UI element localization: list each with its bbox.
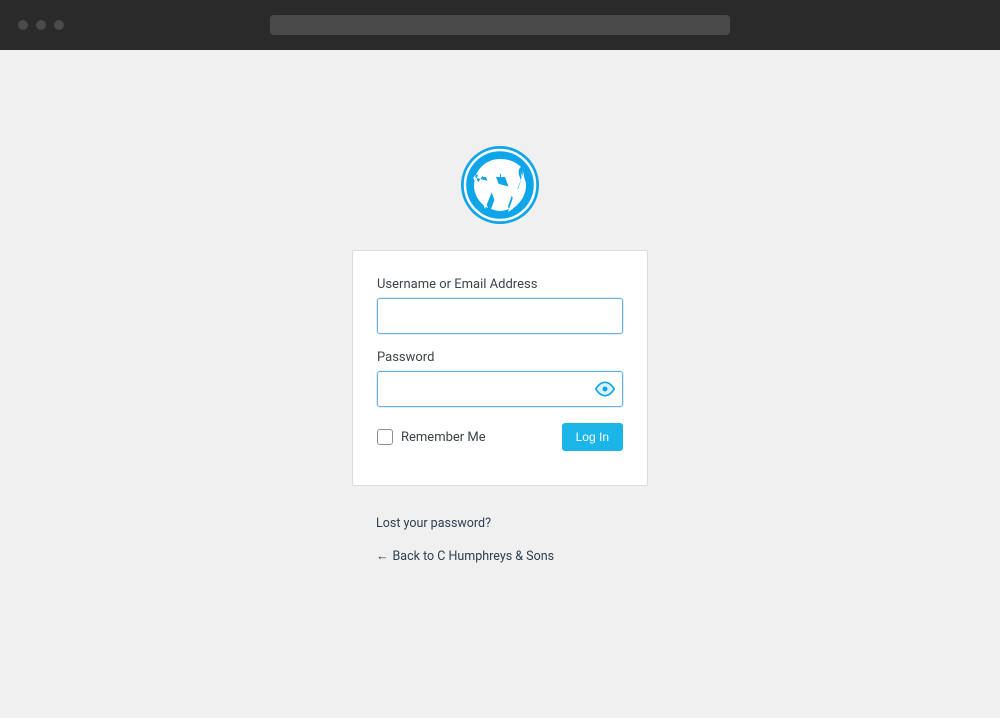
lost-password-link[interactable]: Lost your password? — [376, 516, 624, 531]
username-label: Username or Email Address — [377, 277, 623, 292]
maximize-window-button[interactable] — [54, 20, 64, 30]
back-to-site-text: Back to C Humphreys & Sons — [393, 549, 555, 564]
url-bar[interactable] — [270, 15, 730, 35]
back-to-site-link[interactable]: ← Back to C Humphreys & Sons — [376, 549, 624, 564]
arrow-left-icon: ← — [376, 549, 389, 564]
form-bottom-row: Remember Me Log In — [377, 423, 623, 451]
minimize-window-button[interactable] — [36, 20, 46, 30]
remember-me-checkbox[interactable] — [377, 429, 393, 445]
password-field-group: Password — [377, 350, 623, 407]
remember-me-wrapper: Remember Me — [377, 429, 486, 445]
password-input-wrapper — [377, 371, 623, 407]
login-form: Username or Email Address Password Remem… — [352, 250, 648, 486]
password-label: Password — [377, 350, 623, 365]
password-input[interactable] — [377, 371, 623, 407]
login-submit-button[interactable]: Log In — [562, 423, 623, 451]
username-input[interactable] — [377, 298, 623, 334]
window-controls — [18, 20, 64, 30]
remember-me-label[interactable]: Remember Me — [401, 430, 486, 445]
toggle-password-visibility-button[interactable] — [595, 379, 615, 399]
login-page-content: Username or Email Address Password Remem… — [0, 50, 1000, 564]
below-form-links: Lost your password? ← Back to C Humphrey… — [352, 516, 648, 564]
eye-icon — [595, 379, 615, 399]
close-window-button[interactable] — [18, 20, 28, 30]
username-field-group: Username or Email Address — [377, 277, 623, 334]
browser-title-bar — [0, 0, 1000, 50]
wordpress-logo[interactable] — [460, 145, 540, 225]
